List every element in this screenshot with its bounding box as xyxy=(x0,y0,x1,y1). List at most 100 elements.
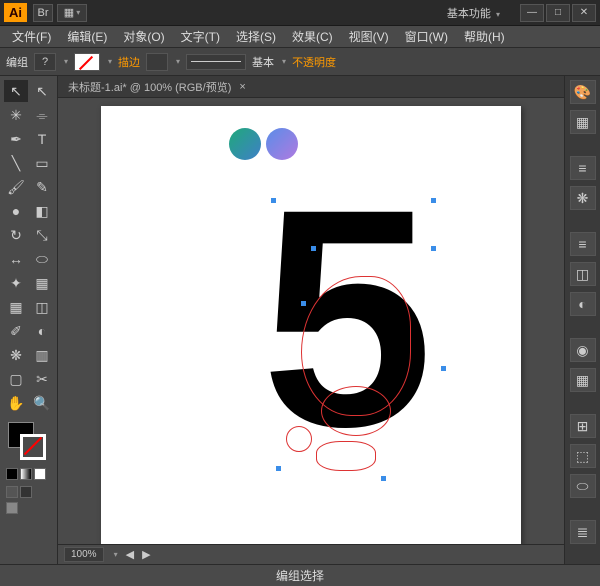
artboard-nav-next-icon[interactable]: ▶ xyxy=(142,548,150,561)
pen-tool[interactable]: ✒ xyxy=(4,128,28,150)
zoom-level[interactable]: 100% xyxy=(64,547,104,562)
status-mode-label: 编组选择 xyxy=(8,567,592,584)
maximize-button[interactable]: □ xyxy=(546,4,570,22)
pencil-tool[interactable]: ✎ xyxy=(30,176,54,198)
lasso-tool[interactable]: ⌯ xyxy=(30,104,54,126)
style-label[interactable]: 基本 xyxy=(252,54,274,70)
layers-panel-icon[interactable]: ≣ xyxy=(570,520,596,544)
opacity-label[interactable]: 不透明度 xyxy=(292,54,336,70)
close-button[interactable]: ✕ xyxy=(572,4,596,22)
anchor-point[interactable] xyxy=(276,466,281,471)
brush-tool[interactable]: 🖌 xyxy=(4,176,28,198)
app-logo: Ai xyxy=(4,3,27,22)
shape-builder-tool[interactable]: ✦ xyxy=(4,272,28,294)
panel-dock: 🎨 ▦ ≡ ❋ ≡ ◫ ◐ ◉ ▦ ⊞ ⬚ ⬭ ≣ xyxy=(564,76,600,564)
gradient-panel-icon[interactable]: ◫ xyxy=(570,262,596,286)
graph-tool[interactable]: ▥ xyxy=(30,344,54,366)
swatches-panel-icon[interactable]: ▦ xyxy=(570,110,596,134)
menu-help[interactable]: 帮助(H) xyxy=(456,26,513,47)
workspace-switcher[interactable]: 基本功能 ▾ xyxy=(447,5,500,21)
rectangle-tool[interactable]: ▭ xyxy=(30,152,54,174)
close-tab-icon[interactable]: × xyxy=(239,81,245,93)
transform-panel-icon[interactable]: ⬚ xyxy=(570,444,596,468)
brushes-panel-icon[interactable]: ≡ xyxy=(570,156,596,180)
blob-brush-tool[interactable]: ● xyxy=(4,200,28,222)
fill-stroke-control[interactable] xyxy=(8,422,48,462)
draw-mode-icon[interactable] xyxy=(6,502,18,514)
bridge-icon[interactable]: Br xyxy=(33,4,53,22)
gradient-circle-1[interactable] xyxy=(229,128,261,160)
stroke-color-box[interactable] xyxy=(20,434,46,460)
stroke-weight[interactable] xyxy=(146,53,168,71)
warp-tool[interactable]: ⬭ xyxy=(30,248,54,270)
scale-tool[interactable]: ⤡ xyxy=(30,224,54,246)
minimize-button[interactable]: — xyxy=(520,4,544,22)
rotate-tool[interactable]: ↻ xyxy=(4,224,28,246)
symbols-panel-icon[interactable]: ❋ xyxy=(570,186,596,210)
gradient-tool[interactable]: ◫ xyxy=(30,296,54,318)
selection-tool[interactable]: ↖ xyxy=(4,80,28,102)
symbol-sprayer-tool[interactable]: ❋ xyxy=(4,344,28,366)
color-mode-none[interactable] xyxy=(34,468,46,480)
brush-definition[interactable] xyxy=(186,54,246,70)
stroke-swatch[interactable] xyxy=(74,53,100,71)
selection-type-label: 编组 xyxy=(6,54,28,70)
stroke-label[interactable]: 描边 xyxy=(118,54,140,70)
direct-selection-tool[interactable]: ↖ xyxy=(30,80,54,102)
transparency-panel-icon[interactable]: ◐ xyxy=(570,292,596,316)
document-tab[interactable]: 未标题-1.ai* @ 100% (RGB/预览) × xyxy=(58,76,564,98)
titlebar: Ai Br ▦▾ 基本功能 ▾ — □ ✕ xyxy=(0,0,600,26)
menu-effect[interactable]: 效果(C) xyxy=(284,26,341,47)
anchor-point[interactable] xyxy=(271,198,276,203)
mesh-tool[interactable]: ▦ xyxy=(4,296,28,318)
menubar: 文件(F) 编辑(E) 对象(O) 文字(T) 选择(S) 效果(C) 视图(V… xyxy=(0,26,600,48)
artboard-nav-prev-icon[interactable]: ◀ xyxy=(126,548,134,561)
menu-view[interactable]: 视图(V) xyxy=(341,26,397,47)
fill-swatch[interactable]: ? xyxy=(34,53,56,71)
menu-select[interactable]: 选择(S) xyxy=(228,26,284,47)
graphic-styles-panel-icon[interactable]: ▦ xyxy=(570,368,596,392)
menu-file[interactable]: 文件(F) xyxy=(4,26,59,47)
anchor-point[interactable] xyxy=(301,301,306,306)
screen-mode-full[interactable] xyxy=(20,486,32,498)
artboard-tool[interactable]: ▢ xyxy=(4,368,28,390)
eraser-tool[interactable]: ◧ xyxy=(30,200,54,222)
line-tool[interactable]: ╲ xyxy=(4,152,28,174)
anchor-point[interactable] xyxy=(441,366,446,371)
perspective-tool[interactable]: ▦ xyxy=(30,272,54,294)
blob-path[interactable] xyxy=(286,426,312,452)
blend-tool[interactable]: ◐ xyxy=(30,320,54,342)
canvas-area[interactable]: 5 xyxy=(58,98,564,544)
magic-wand-tool[interactable]: ✳ xyxy=(4,104,28,126)
color-panel-icon[interactable]: 🎨 xyxy=(570,80,596,104)
tools-panel: ↖ ↖ ✳ ⌯ ✒ T ╲ ▭ 🖌 ✎ ● ◧ ↻ ⤡ ↔ ⬭ ✦ ▦ ▦ ◫ … xyxy=(0,76,58,564)
blob-path[interactable] xyxy=(316,441,376,471)
eyedropper-tool[interactable]: ✐ xyxy=(4,320,28,342)
blob-path[interactable] xyxy=(321,386,391,436)
hand-tool[interactable]: ✋ xyxy=(4,392,28,414)
menu-object[interactable]: 对象(O) xyxy=(115,26,172,47)
color-mode-gradient[interactable] xyxy=(20,468,32,480)
slice-tool[interactable]: ✂ xyxy=(30,368,54,390)
screen-mode-normal[interactable] xyxy=(6,486,18,498)
menu-type[interactable]: 文字(T) xyxy=(173,26,228,47)
menu-window[interactable]: 窗口(W) xyxy=(397,26,456,47)
type-tool[interactable]: T xyxy=(30,128,54,150)
document-tab-title: 未标题-1.ai* @ 100% (RGB/预览) xyxy=(68,79,231,95)
menu-edit[interactable]: 编辑(E) xyxy=(59,26,115,47)
zoom-tool[interactable]: 🔍 xyxy=(30,392,54,414)
status-bar: 100% ▾ ◀ ▶ xyxy=(58,544,564,564)
stroke-panel-icon[interactable]: ≡ xyxy=(570,232,596,256)
anchor-point[interactable] xyxy=(381,476,386,481)
appearance-panel-icon[interactable]: ◉ xyxy=(570,338,596,362)
artboard[interactable]: 5 xyxy=(101,106,521,544)
anchor-point[interactable] xyxy=(431,246,436,251)
align-panel-icon[interactable]: ⊞ xyxy=(570,414,596,438)
color-mode-solid[interactable] xyxy=(6,468,18,480)
pathfinder-panel-icon[interactable]: ⬭ xyxy=(570,474,596,498)
width-tool[interactable]: ↔ xyxy=(4,248,28,270)
anchor-point[interactable] xyxy=(431,198,436,203)
anchor-point[interactable] xyxy=(311,246,316,251)
arrange-documents-icon[interactable]: ▦▾ xyxy=(57,4,87,22)
bottom-bar: 编组选择 xyxy=(0,564,600,586)
